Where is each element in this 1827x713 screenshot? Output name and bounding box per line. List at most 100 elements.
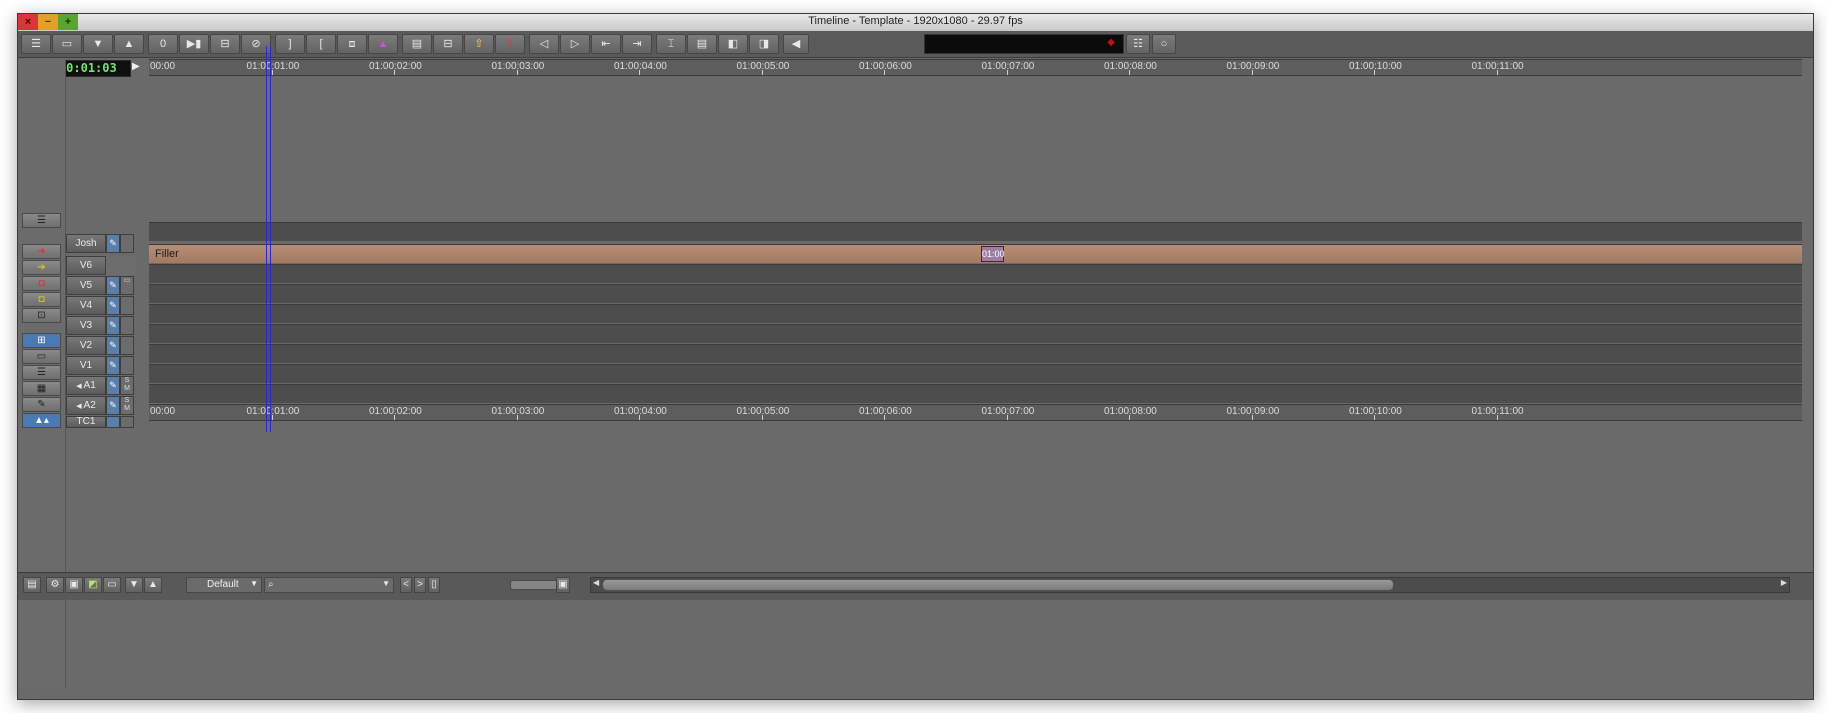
lift-button[interactable]: ⇧ <box>464 34 494 54</box>
track-lock-toggle[interactable]: ✎ <box>106 316 120 335</box>
track-name[interactable]: V1 <box>66 356 106 375</box>
track-header-a2[interactable]: ◀ A2 ✎ SM <box>66 396 136 415</box>
splice-in-button[interactable]: ▤ <box>402 34 432 54</box>
track-lock-toggle[interactable]: ✎ <box>106 396 120 415</box>
zoom-in-button[interactable]: ▲ <box>144 577 162 593</box>
timeline-menu-button[interactable]: ☰ <box>22 213 61 228</box>
brush-tool-button[interactable]: ✎ <box>22 397 61 412</box>
meter-menu-button[interactable]: ☷ <box>1126 34 1150 54</box>
track-monitor-toggle[interactable] <box>120 316 134 335</box>
track-name[interactable]: ◀ A1 <box>66 376 106 395</box>
monitor-view-button[interactable]: ▭ <box>103 577 121 593</box>
mark-in-button[interactable]: [ <box>306 34 336 54</box>
track-lock-toggle[interactable] <box>106 416 120 428</box>
track-name[interactable]: Josh <box>66 234 106 253</box>
timeline-view-button[interactable]: ▤ <box>23 577 41 593</box>
clip-marker[interactable]: 01:00 <box>981 246 1005 262</box>
step-up-button[interactable]: ▲ <box>114 34 144 54</box>
track-header-v6[interactable]: V6 <box>66 256 136 275</box>
add-marker-button[interactable]: ▲ <box>368 34 398 54</box>
segment-lift-button[interactable]: ⇥ <box>622 34 652 54</box>
record-arrow-button[interactable]: ➔ <box>22 260 61 275</box>
audio-waveform-button[interactable]: ▭ <box>22 349 61 364</box>
track-name[interactable]: V2 <box>66 336 106 355</box>
track-lock-toggle[interactable]: ✎ <box>106 336 120 355</box>
track-a2[interactable] <box>149 384 1802 403</box>
top-button[interactable]: ⌶ <box>656 34 686 54</box>
track-name[interactable]: V3 <box>66 316 106 335</box>
collapse-button[interactable]: ▤ <box>687 34 717 54</box>
track-monitor-toggle[interactable] <box>120 234 134 253</box>
fit-to-window-button[interactable]: ⊟ <box>210 34 240 54</box>
track-header-v5[interactable]: V5 ✎ ▭ <box>66 276 136 295</box>
lift-clip-button[interactable]: ◘ <box>22 292 61 307</box>
track-monitor-toggle[interactable]: ▭ <box>120 276 134 295</box>
track-v3[interactable] <box>149 304 1802 323</box>
extract-clip-button[interactable]: ◘ <box>22 276 61 291</box>
track-lock-toggle[interactable]: ✎ <box>106 376 120 395</box>
track-v4[interactable] <box>149 284 1802 303</box>
track-header-v3[interactable]: V3 ✎ <box>66 316 136 335</box>
source-record-toggle-button[interactable]: ▭ <box>52 34 82 54</box>
track-name[interactable]: TC1 <box>66 416 106 428</box>
track-header-v1[interactable]: V1 ✎ <box>66 356 136 375</box>
track-a1[interactable] <box>149 364 1802 383</box>
nav-next-button[interactable]: > <box>414 577 426 593</box>
track-header-josh[interactable]: Josh ✎ <box>66 234 136 253</box>
source-arrow-button[interactable]: ➔ <box>22 244 61 259</box>
mark-out-button[interactable]: ] <box>275 34 305 54</box>
track-monitor-toggle[interactable] <box>120 336 134 355</box>
track-monitor-toggle[interactable] <box>120 296 134 315</box>
track-name[interactable]: V6 <box>66 256 106 275</box>
fit-timeline-button[interactable]: ▣ <box>556 577 570 593</box>
play-pause-button[interactable]: 0 <box>148 34 178 54</box>
overwrite-clip-button[interactable]: ⊡ <box>22 308 61 323</box>
track-solo-mute-toggle[interactable]: SM <box>120 376 134 395</box>
record-button[interactable]: ○ <box>1152 34 1176 54</box>
bookmark-button[interactable]: ▯ <box>428 577 440 593</box>
track-v2[interactable] <box>149 324 1802 343</box>
track-josh[interactable] <box>149 222 1802 241</box>
audio-mute-button[interactable]: ◧ <box>718 34 748 54</box>
nav-prev-button[interactable]: < <box>400 577 412 593</box>
track-header-v2[interactable]: V2 ✎ <box>66 336 136 355</box>
track-v1[interactable] <box>149 344 1802 363</box>
audio-solo-button[interactable]: ◨ <box>749 34 779 54</box>
track-lock-toggle[interactable]: ✎ <box>106 276 120 295</box>
track-header-a1[interactable]: ◀ A1 ✎ SM <box>66 376 136 395</box>
mark-clip-button[interactable]: ⧈ <box>337 34 367 54</box>
zoom-slider[interactable] <box>510 580 560 590</box>
timecode-ruler-top[interactable]: 00:00 01:00:01:00 01:00:02:00 01:00:03:00 01… <box>149 59 1802 76</box>
track-name[interactable]: V4 <box>66 296 106 315</box>
track-solo-mute-toggle[interactable]: SM <box>120 396 134 415</box>
clip-view-button[interactable]: ▣ <box>65 577 83 593</box>
effect-mode-button[interactable]: ⚙ <box>46 577 64 593</box>
track-v6-filler[interactable]: Filler 01:00 <box>149 244 1802 263</box>
track-header-v4[interactable]: V4 ✎ <box>66 296 136 315</box>
playhead[interactable] <box>266 46 271 432</box>
grid-view-button[interactable]: ▦ <box>22 381 61 396</box>
segment-extract-button[interactable]: ⇤ <box>591 34 621 54</box>
color-correction-button[interactable]: ◩ <box>84 577 102 593</box>
track-lock-toggle[interactable]: ✎ <box>106 356 120 375</box>
go-to-end-button[interactable]: ▶▮ <box>179 34 209 54</box>
scroll-right-icon[interactable]: ▶ <box>1781 578 1787 587</box>
track-lock-toggle[interactable]: ✎ <box>106 296 120 315</box>
track-monitor-toggle[interactable] <box>120 416 134 428</box>
extract-button[interactable]: ⇧ <box>495 34 525 54</box>
timeline-view-preset-select[interactable]: Default ▼ <box>186 577 262 593</box>
timeline-settings-button[interactable]: ☰ <box>22 365 61 380</box>
video-quality-button[interactable]: ⊞ <box>22 333 61 348</box>
track-name[interactable]: V5 <box>66 276 106 295</box>
track-settings-button[interactable]: ☰ <box>21 34 51 54</box>
timecode-menu-arrow[interactable]: ▶ <box>132 61 140 72</box>
trim-mode-button[interactable]: ◁ <box>529 34 559 54</box>
track-v5[interactable] <box>149 264 1802 283</box>
track-lock-toggle[interactable]: ✎ <box>106 234 120 253</box>
trim-right-button[interactable]: ▷ <box>560 34 590 54</box>
overwrite-button[interactable]: ⊟ <box>433 34 463 54</box>
volume-button[interactable]: ◀ <box>783 34 809 54</box>
track-expand-button[interactable]: ▲▴ <box>22 413 61 428</box>
zoom-out-button[interactable]: ▼ <box>125 577 143 593</box>
track-monitor-toggle[interactable] <box>120 356 134 375</box>
